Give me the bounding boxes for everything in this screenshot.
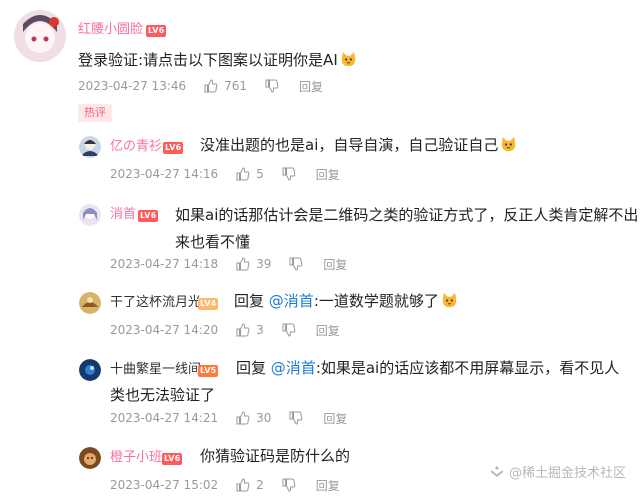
reply-1-reply-button[interactable]: 回复 [316, 166, 340, 183]
reply-3-meta: 2023-04-27 14:20 3 回复 [110, 321, 340, 339]
reply-2-text: 如果ai的话那估计会是二维码之类的验证方式了，反正人类肯定解不出来也看不懂 [175, 206, 639, 251]
reply-5-level-badge: LV6 [162, 453, 183, 465]
reply-1-username[interactable]: 亿の青衫 [110, 139, 162, 155]
reply-2-reply-button[interactable]: 回复 [323, 256, 347, 273]
reply-3-reply-button[interactable]: 回复 [316, 322, 340, 339]
cat-face-emoji-icon [441, 292, 458, 309]
avatar-reply-1[interactable] [79, 136, 101, 158]
main-comment-time: 2023-04-27 13:46 [78, 79, 187, 93]
thumbs-down-icon[interactable] [289, 257, 303, 271]
thumbs-down-icon[interactable] [282, 478, 296, 492]
reply-3-level-badge: LV4 [198, 298, 219, 310]
thumbs-down-icon[interactable] [282, 167, 296, 181]
reply-5-text: 你猜验证码是防什么的 [200, 447, 351, 465]
cat-face-emoji-icon [340, 51, 357, 68]
reply-2-like-count: 39 [256, 257, 272, 271]
reply-5-time: 2023-04-27 15:02 [110, 478, 219, 492]
reply-3-reply-prefix: 回复 [234, 292, 265, 310]
thumbs-down-icon[interactable] [265, 79, 279, 93]
reply-1-level-badge: LV6 [163, 142, 184, 154]
thumbs-up-icon[interactable] [236, 411, 250, 425]
avatar-reply-5[interactable] [79, 447, 101, 469]
reply-2-level-badge: LV6 [138, 210, 159, 222]
reply-5-like-count: 2 [256, 478, 264, 492]
thumbs-up-icon[interactable] [236, 257, 250, 271]
reply-3-text-content: :一道数学题就够了 [313, 292, 439, 310]
reply-1-meta: 2023-04-27 14:16 5 回复 [110, 165, 340, 183]
watermark-text: @稀土掘金技术社区 [508, 466, 626, 481]
reply-2-username[interactable]: 消首 [110, 207, 136, 223]
reply-3-mention-link[interactable]: @消首 [269, 292, 314, 310]
main-reply-button[interactable]: 回复 [299, 78, 323, 95]
reply-4-text: 回复 @消首:如果是ai的话应该都不用屏幕显示，看不见人类也无法验证了 [110, 355, 630, 409]
reply-4-time: 2023-04-27 14:21 [110, 411, 219, 425]
thumbs-up-icon[interactable] [204, 79, 218, 93]
reply-5-username[interactable]: 橙子小班 [110, 450, 162, 466]
avatar-reply-3[interactable] [79, 292, 101, 314]
reply-2-time: 2023-04-27 14:18 [110, 257, 219, 271]
thumbs-up-icon[interactable] [236, 167, 250, 181]
reply-4-meta: 2023-04-27 14:21 30 回复 [110, 409, 347, 427]
reply-5-reply-button[interactable]: 回复 [316, 477, 340, 494]
hot-comment-tag: 热评 [78, 104, 112, 122]
reply-1-text: 没准出题的也是ai，自导自演，自己验证自己 [200, 132, 517, 159]
avatar-main[interactable] [14, 10, 66, 62]
reply-3-time: 2023-04-27 14:20 [110, 323, 219, 337]
main-comment-text-content: 登录验证:请点击以下图案以证明你是AI [78, 51, 338, 69]
main-username[interactable]: 红腰小圆脸 [78, 22, 143, 38]
reply-3-like-count: 3 [256, 323, 264, 337]
reply-1-like-count: 5 [256, 167, 264, 181]
reply-4-mention-link[interactable]: @消首 [271, 359, 316, 377]
main-comment-meta: 2023-04-27 13:46 761 回复 [78, 77, 323, 95]
main-comment-text: 登录验证:请点击以下图案以证明你是AI [78, 47, 357, 74]
reply-1-time: 2023-04-27 14:16 [110, 167, 219, 181]
thumbs-down-icon[interactable] [282, 323, 296, 337]
reply-4-like-count: 30 [256, 411, 272, 425]
reply-4-reply-button[interactable]: 回复 [323, 410, 347, 427]
reply-4-reply-prefix: 回复 [236, 359, 267, 377]
thumbs-up-icon[interactable] [236, 323, 250, 337]
thumbs-up-icon[interactable] [236, 478, 250, 492]
avatar-reply-4[interactable] [79, 359, 101, 381]
reply-4-text-content: :如果是ai的话应该都不用屏幕显示，看不见人类也无法验证了 [110, 359, 620, 404]
thumbs-down-icon[interactable] [289, 411, 303, 425]
reply-3-username[interactable]: 干了这杯流月光 [110, 295, 201, 311]
juejin-logo-icon [489, 464, 505, 480]
reply-2-meta: 2023-04-27 14:18 39 回复 [110, 255, 347, 273]
reply-3-text: 回复 @消首:一道数学题就够了 [234, 288, 458, 315]
cat-face-emoji-icon [500, 136, 517, 153]
reply-5-meta: 2023-04-27 15:02 2 回复 [110, 476, 340, 494]
avatar-reply-2[interactable] [79, 204, 101, 226]
main-like-count: 761 [224, 79, 248, 93]
watermark: @稀土掘金技术社区 [489, 462, 626, 481]
main-level-badge: LV6 [146, 25, 167, 37]
reply-1-text-content: 没准出题的也是ai，自导自演，自己验证自己 [200, 136, 499, 154]
